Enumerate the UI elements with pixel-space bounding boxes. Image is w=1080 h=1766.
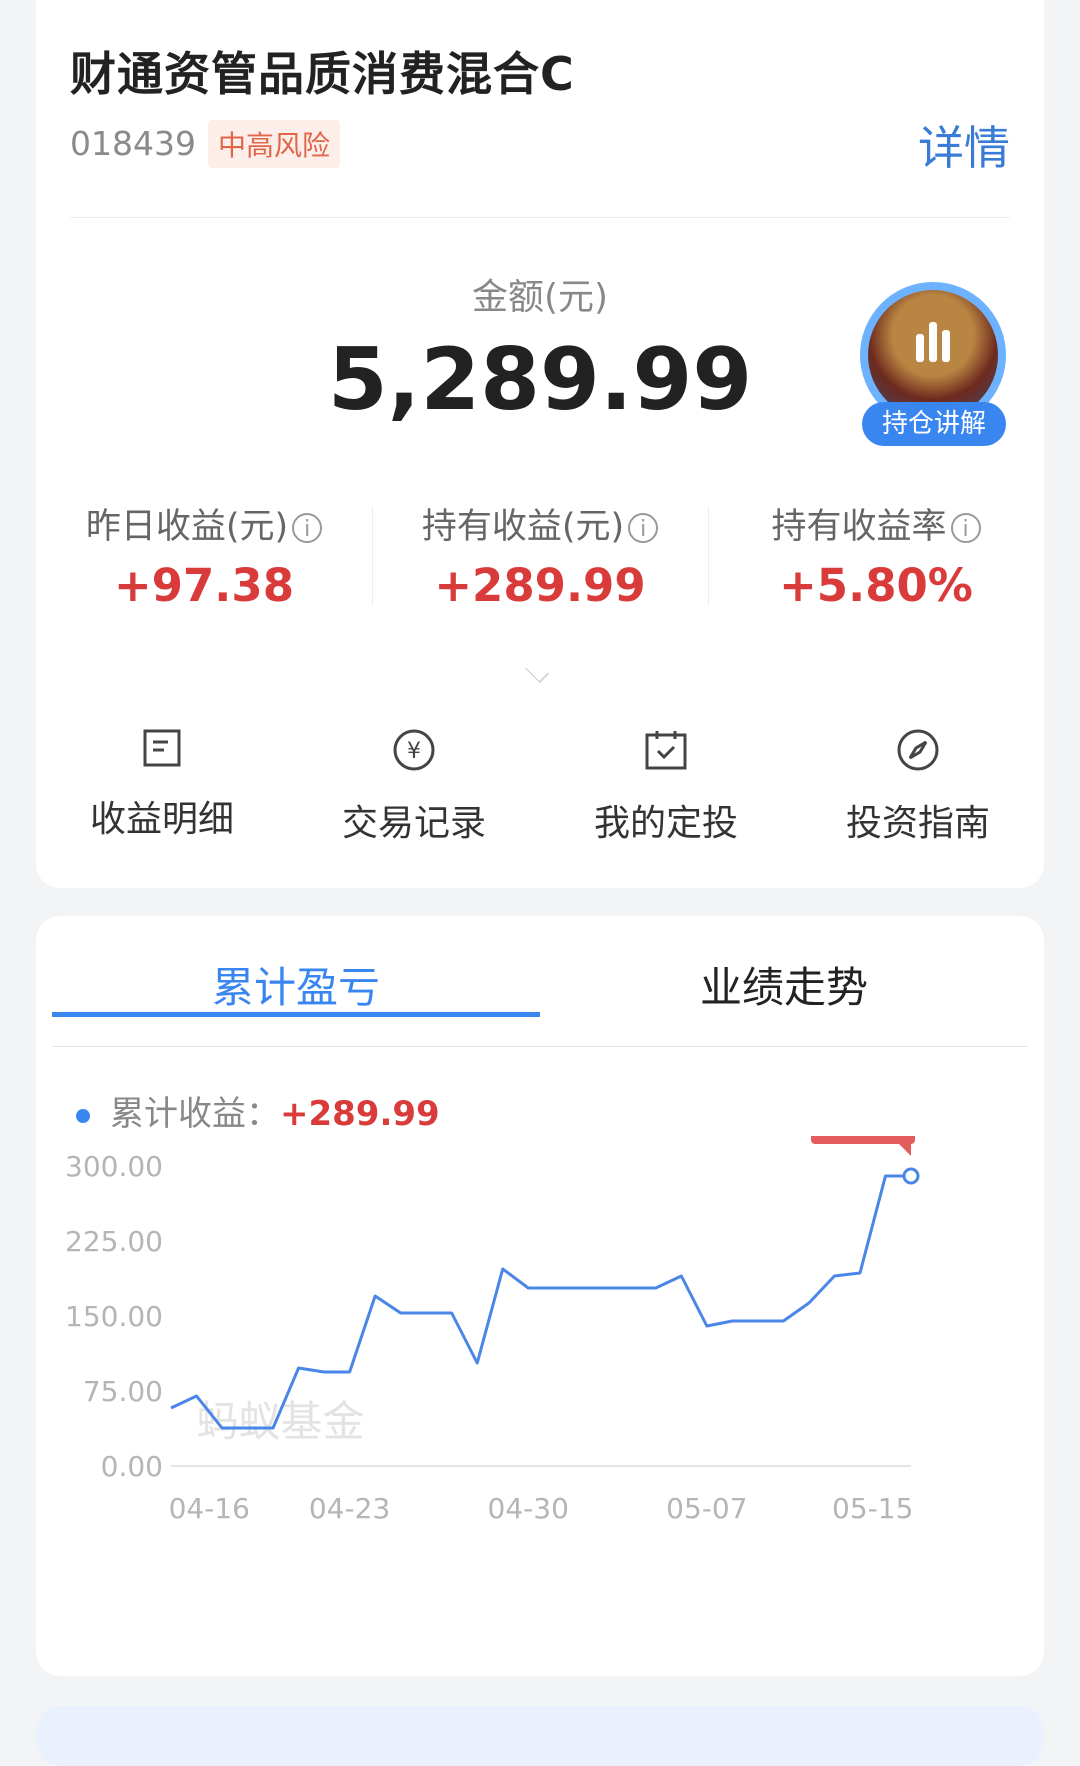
calendar-check-icon	[645, 731, 687, 770]
chevron-down-icon[interactable]	[525, 659, 549, 683]
y-tick-label: 225.00	[65, 1225, 163, 1258]
y-tick-label: 300.00	[65, 1150, 163, 1183]
legend-value: +289.99	[280, 1094, 440, 1134]
bar-chart-icon	[916, 322, 950, 362]
tab-underline	[52, 1012, 540, 1017]
end-label-text: 289.99	[818, 1136, 909, 1138]
cumulative-pnl-chart[interactable]: 300.00 225.00 150.00 75.00 0.0004-16 04-23 04-…	[36, 1136, 1044, 1676]
series-line	[170, 1174, 911, 1430]
tab-label: 累计盈亏	[211, 963, 380, 1012]
next-card	[36, 1706, 1044, 1766]
end-point	[902, 1167, 920, 1185]
stat-value: +5.80%	[779, 559, 973, 612]
holding-explain-button[interactable]: 持仓讲解	[858, 282, 1008, 452]
legend-dot	[76, 1108, 90, 1123]
y-tick-label: 0.00	[101, 1450, 163, 1483]
watermark: 蚂蚁基金	[197, 1397, 365, 1446]
stat-value: +97.38	[113, 559, 295, 612]
end-label-pointer	[899, 1144, 911, 1156]
tab-label: 业绩走势	[699, 963, 868, 1012]
stat-value: +289.99	[434, 559, 646, 612]
action-invest-guide[interactable]: 投资指南	[792, 728, 1044, 846]
x-tick-label: 04-23	[309, 1492, 390, 1525]
action-label: 收益明细	[89, 799, 234, 840]
x-tick-label: 05-15	[832, 1492, 913, 1525]
action-label: 投资指南	[845, 803, 990, 844]
risk-badge: 中高风险	[208, 120, 341, 168]
action-label: 交易记录	[341, 803, 486, 844]
stat-label: 持有收益率	[771, 507, 947, 547]
info-icon[interactable]: i	[950, 513, 981, 543]
tab-performance-trend[interactable]: 业绩走势	[540, 954, 1028, 1015]
y-tick-label: 150.00	[65, 1300, 163, 1333]
action-my-plan[interactable]: 我的定投	[540, 728, 792, 846]
fund-title: 财通资管品质消费混合C	[70, 47, 575, 101]
fund-code: 018439	[70, 124, 196, 163]
x-tick-label: 05-07	[666, 1492, 747, 1525]
x-tick-label: 04-30	[488, 1492, 569, 1525]
stat-rate: 持有收益率 i +5.80%	[708, 498, 1044, 612]
stats-row: 昨日收益(元) i +97.38 持有收益(元) i +289.99 持有收益率 i …	[36, 498, 1044, 612]
performance-card: 累计盈亏 业绩走势 累计收益：+289.99 300.00 225.00 150.0…	[36, 916, 1044, 1676]
x-tick-label: 04-16	[169, 1492, 250, 1525]
action-row: 收益明细 ¥ 交易记录 我的定投 投资指南	[36, 728, 1044, 848]
action-income-detail[interactable]: 收益明细	[36, 728, 288, 842]
divider	[70, 217, 1010, 218]
stat-label: 昨日收益(元)	[85, 507, 289, 547]
info-icon[interactable]: i	[292, 513, 323, 543]
tab-cumulative-pnl[interactable]: 累计盈亏	[52, 954, 540, 1017]
yuan-circle-icon: ¥	[393, 729, 435, 771]
compass-icon	[897, 729, 939, 771]
fund-summary-card: 财通资管品质消费混合C 018439 中高风险 详情 金额(元) 5,289.9…	[36, 0, 1044, 888]
explain-label: 持仓讲解	[862, 402, 1006, 446]
legend-label: 累计收益：	[110, 1094, 280, 1134]
stat-label: 持有收益(元)	[421, 507, 625, 547]
stat-holding: 持有收益(元) i +289.99	[372, 498, 708, 612]
stat-yesterday: 昨日收益(元) i +97.38	[36, 498, 372, 612]
chart-legend: 累计收益：+289.99	[76, 1086, 440, 1135]
info-icon[interactable]: i	[628, 513, 659, 543]
detail-link[interactable]: 详情	[918, 112, 1010, 178]
y-tick-label: 75.00	[83, 1375, 163, 1408]
svg-text:¥: ¥	[407, 739, 421, 764]
action-label: 我的定投	[593, 803, 738, 844]
tab-bar: 累计盈亏 业绩走势	[52, 916, 1028, 1047]
document-icon	[143, 729, 181, 767]
action-trade-record[interactable]: ¥ 交易记录	[288, 728, 540, 846]
